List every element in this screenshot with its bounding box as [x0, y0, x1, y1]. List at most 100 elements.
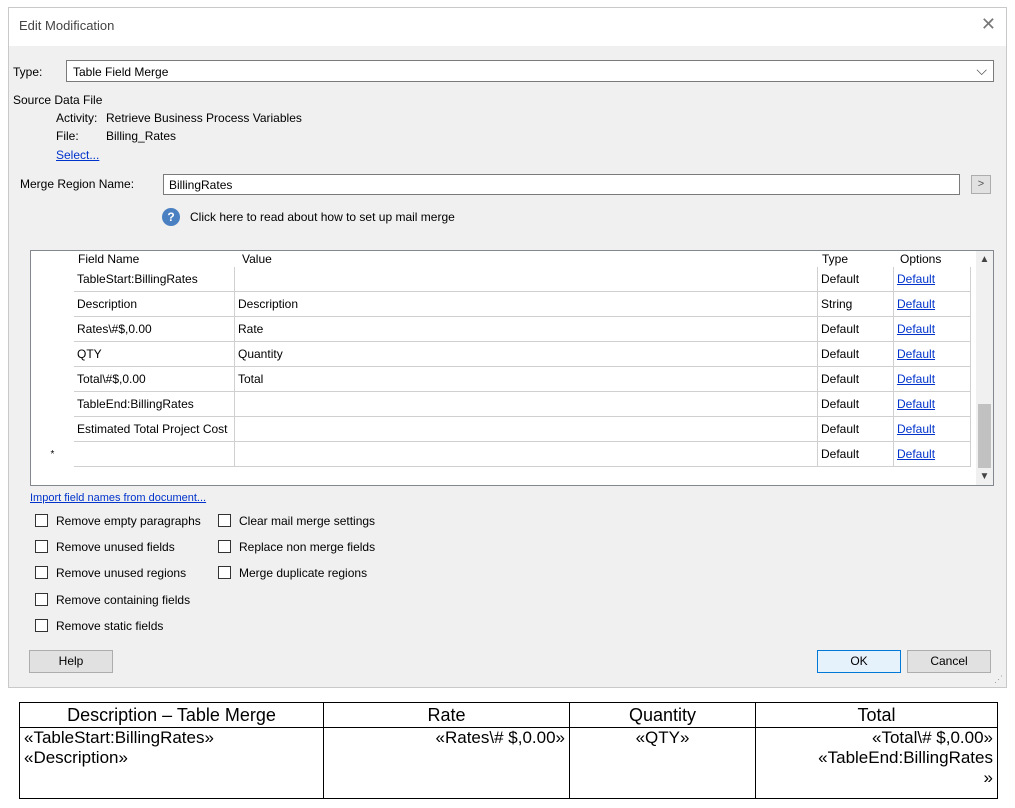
value-cell[interactable]: Quantity — [235, 342, 818, 367]
options-link[interactable]: Default — [897, 447, 935, 461]
help-text[interactable]: Click here to read about how to set up m… — [190, 210, 455, 224]
options-link[interactable]: Default — [897, 397, 935, 411]
scroll-thumb[interactable] — [978, 404, 991, 468]
merge-duplicate-regions-label[interactable]: Merge duplicate regions — [239, 566, 367, 580]
type-cell[interactable]: Default — [818, 442, 894, 467]
field-name-cell[interactable]: Total\#$,0.00 — [74, 367, 235, 392]
table-row[interactable]: Description Description String Default — [31, 292, 971, 317]
table-row[interactable]: QTY Quantity Default Default — [31, 342, 971, 367]
cancel-button[interactable]: Cancel — [907, 650, 991, 673]
value-cell[interactable] — [235, 442, 818, 467]
file-label: File: — [56, 129, 79, 143]
type-select-value: Table Field Merge — [73, 65, 169, 79]
type-cell[interactable]: Default — [818, 267, 894, 292]
table-row[interactable]: Total\#$,0.00 Total Default Default — [31, 367, 971, 392]
help-icon[interactable]: ? — [162, 208, 180, 226]
field-name-cell[interactable]: QTY — [74, 342, 235, 367]
title-bar: Edit Modification ✕ — [9, 8, 1006, 46]
type-cell[interactable]: Default — [818, 342, 894, 367]
grid-scrollbar[interactable]: ▲ ▼ — [976, 251, 993, 485]
header-options[interactable]: Options — [900, 252, 941, 266]
clear-mail-merge-settings-label[interactable]: Clear mail merge settings — [239, 514, 375, 528]
doc-header-total: Total — [755, 702, 998, 728]
remove-containing-fields-checkbox[interactable] — [35, 593, 48, 606]
options-link[interactable]: Default — [897, 297, 935, 311]
field-name-cell[interactable]: TableStart:BillingRates — [74, 267, 235, 292]
help-button[interactable]: Help — [29, 650, 113, 673]
merge-region-label: Merge Region Name: — [20, 177, 135, 191]
options-link[interactable]: Default — [897, 372, 935, 386]
clear-mail-merge-settings-checkbox[interactable] — [218, 514, 231, 527]
document-merge-table: Description – Table Merge Rate Quantity … — [19, 702, 998, 799]
table-row[interactable]: * Default Default — [31, 442, 971, 467]
doc-description-line: «TableStart:BillingRates» — [24, 728, 214, 747]
remove-empty-paragraphs-label[interactable]: Remove empty paragraphs — [56, 514, 201, 528]
replace-non-merge-fields-checkbox[interactable] — [218, 540, 231, 553]
close-icon[interactable]: ✕ — [981, 14, 996, 35]
type-cell[interactable]: Default — [818, 392, 894, 417]
chevron-down-icon: ⌵ — [976, 62, 987, 78]
merge-region-button[interactable]: > — [971, 175, 991, 194]
doc-description-line: «Description» — [24, 748, 128, 767]
doc-rate-cell: «Rates\# $,0.00» — [323, 727, 570, 799]
edit-modification-dialog: Edit Modification ✕ Type: Table Field Me… — [8, 7, 1007, 688]
remove-empty-paragraphs-checkbox[interactable] — [35, 514, 48, 527]
doc-header-rate: Rate — [323, 702, 570, 728]
remove-unused-fields-label[interactable]: Remove unused fields — [56, 540, 175, 554]
field-name-cell[interactable] — [74, 442, 235, 467]
doc-description-cell: «TableStart:BillingRates» «Description» — [19, 727, 324, 799]
remove-unused-regions-label[interactable]: Remove unused regions — [56, 566, 186, 580]
source-data-heading: Source Data File — [13, 93, 103, 107]
value-cell[interactable]: Total — [235, 367, 818, 392]
remove-containing-fields-label[interactable]: Remove containing fields — [56, 593, 190, 607]
value-cell[interactable] — [235, 267, 818, 292]
options-cell: Default — [894, 417, 971, 442]
table-row[interactable]: TableStart:BillingRates Default Default — [31, 267, 971, 292]
remove-unused-regions-checkbox[interactable] — [35, 566, 48, 579]
replace-non-merge-fields-label[interactable]: Replace non merge fields — [239, 540, 375, 554]
scroll-up-icon[interactable]: ▲ — [976, 251, 993, 268]
options-link[interactable]: Default — [897, 347, 935, 361]
merge-region-input[interactable]: BillingRates — [163, 174, 960, 195]
type-cell[interactable]: String — [818, 292, 894, 317]
remove-unused-fields-checkbox[interactable] — [35, 540, 48, 553]
header-field-name[interactable]: Field Name — [78, 252, 139, 266]
value-cell[interactable]: Rate — [235, 317, 818, 342]
table-row[interactable]: Estimated Total Project Cost Default Def… — [31, 417, 971, 442]
header-type[interactable]: Type — [822, 252, 848, 266]
merge-duplicate-regions-checkbox[interactable] — [218, 566, 231, 579]
options-cell: Default — [894, 392, 971, 417]
doc-total-line: «Total\# $,0.00» — [872, 728, 993, 747]
remove-static-fields-checkbox[interactable] — [35, 619, 48, 632]
doc-total-line: «TableEnd:BillingRates — [818, 748, 993, 767]
scroll-down-icon[interactable]: ▼ — [976, 468, 993, 485]
activity-value: Retrieve Business Process Variables — [106, 111, 302, 125]
value-cell[interactable] — [235, 417, 818, 442]
value-cell[interactable] — [235, 392, 818, 417]
type-cell[interactable]: Default — [818, 317, 894, 342]
field-name-cell[interactable]: Estimated Total Project Cost — [74, 417, 235, 442]
options-link[interactable]: Default — [897, 322, 935, 336]
resize-grip-icon[interactable]: ⋰ — [994, 674, 1003, 685]
grid-header: Field Name Value Type Options — [31, 251, 971, 267]
value-cell[interactable]: Description — [235, 292, 818, 317]
options-cell: Default — [894, 267, 971, 292]
header-value[interactable]: Value — [242, 252, 272, 266]
options-cell: Default — [894, 317, 971, 342]
select-link[interactable]: Select... — [56, 148, 99, 162]
options-cell: Default — [894, 342, 971, 367]
options-link[interactable]: Default — [897, 272, 935, 286]
remove-static-fields-label[interactable]: Remove static fields — [56, 619, 163, 633]
dialog-title: Edit Modification — [19, 18, 115, 33]
type-cell[interactable]: Default — [818, 367, 894, 392]
type-select[interactable]: Table Field Merge ⌵ — [66, 60, 994, 82]
table-row[interactable]: TableEnd:BillingRates Default Default — [31, 392, 971, 417]
field-name-cell[interactable]: Rates\#$,0.00 — [74, 317, 235, 342]
field-name-cell[interactable]: TableEnd:BillingRates — [74, 392, 235, 417]
ok-button[interactable]: OK — [817, 650, 901, 673]
field-name-cell[interactable]: Description — [74, 292, 235, 317]
options-link[interactable]: Default — [897, 422, 935, 436]
type-cell[interactable]: Default — [818, 417, 894, 442]
import-field-names-link[interactable]: Import field names from document... — [30, 492, 206, 504]
table-row[interactable]: Rates\#$,0.00 Rate Default Default — [31, 317, 971, 342]
